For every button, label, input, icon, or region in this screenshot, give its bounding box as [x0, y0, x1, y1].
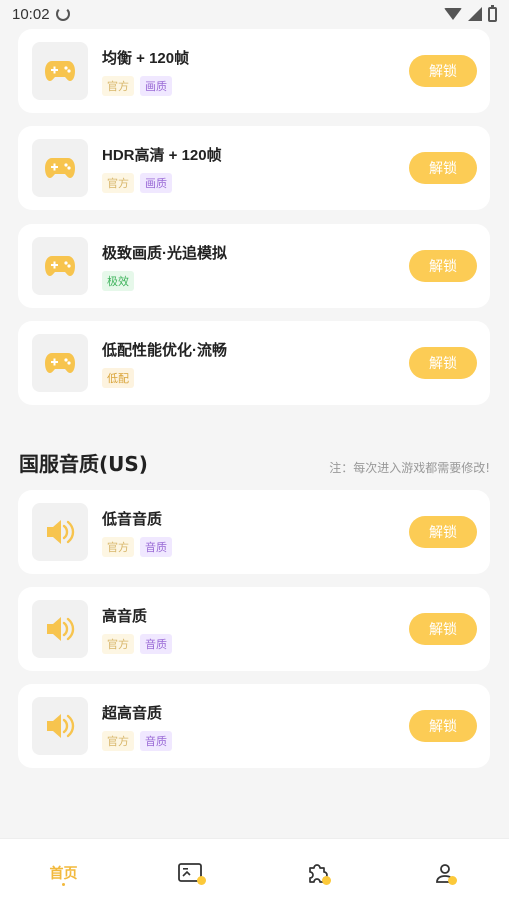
audio-card: 高音质 官方 音质 解锁 [18, 587, 490, 671]
gamepad-icon [32, 139, 88, 197]
unlock-button[interactable]: 解锁 [409, 516, 477, 548]
tag-quality: 音质 [140, 731, 172, 751]
gamepad-icon [32, 42, 88, 100]
section-note: 注：每次进入游戏都需要修改! [329, 461, 490, 475]
unlock-button[interactable]: 解锁 [409, 613, 477, 645]
nav-home[interactable]: 首页 [0, 839, 127, 905]
tag-official: 官方 [102, 634, 134, 654]
status-bar: 10:02 [0, 0, 509, 28]
graphics-card: 极致画质·光追模拟 极效 解锁 [18, 224, 490, 308]
bottom-nav: 首页 [0, 838, 509, 905]
graphics-card: 低配性能优化·流畅 低配 解锁 [18, 321, 490, 405]
graphics-card: 均衡 + 120帧 官方 画质 解锁 [18, 29, 490, 113]
signal-icon [468, 7, 482, 21]
audio-card: 超高音质 官方 音质 解锁 [18, 684, 490, 768]
unlock-button[interactable]: 解锁 [409, 55, 477, 87]
profile-badge-dot [448, 876, 457, 885]
unlock-button[interactable]: 解锁 [409, 152, 477, 184]
nav-active-dot [62, 883, 65, 886]
tag-group: 官方 音质 [102, 537, 172, 557]
unlock-button[interactable]: 解锁 [409, 250, 477, 282]
tag-group: 低配 [102, 368, 134, 388]
speaker-icon [32, 503, 88, 561]
item-title: 高音质 [102, 608, 148, 625]
item-title: 超高音质 [102, 705, 163, 722]
tag-quality: 音质 [140, 537, 172, 557]
nav-plugins[interactable] [254, 839, 381, 905]
tag-official: 官方 [102, 731, 134, 751]
item-title: 低音音质 [102, 511, 163, 528]
nav-profile[interactable] [381, 839, 508, 905]
gamepad-icon [32, 237, 88, 295]
graphics-card: HDR高清 + 120帧 官方 画质 解锁 [18, 126, 490, 210]
battery-icon [488, 4, 497, 22]
tag-quality: 音质 [140, 634, 172, 654]
unlock-button[interactable]: 解锁 [409, 347, 477, 379]
status-icons [444, 4, 497, 22]
speaker-icon [32, 697, 88, 755]
tag-official: 官方 [102, 173, 134, 193]
item-title: 极致画质·光追模拟 [102, 245, 227, 262]
item-title: 低配性能优化·流畅 [102, 342, 227, 359]
nav-home-label: 首页 [49, 865, 78, 882]
tag-group: 官方 画质 [102, 173, 172, 193]
tag-low: 低配 [102, 368, 134, 388]
tag-effect: 极效 [102, 271, 134, 291]
sync-icon [55, 7, 70, 21]
gamepad-icon [32, 334, 88, 392]
tag-group: 官方 音质 [102, 634, 172, 654]
gallery-badge-dot [197, 876, 206, 885]
tag-group: 极效 [102, 271, 134, 291]
speaker-icon [32, 600, 88, 658]
tag-group: 官方 音质 [102, 731, 172, 751]
tag-quality: 画质 [140, 173, 172, 193]
section-title: 国服音质(US) [19, 452, 148, 476]
item-title: HDR高清 + 120帧 [102, 147, 222, 164]
tag-group: 官方 画质 [102, 76, 172, 96]
item-title: 均衡 + 120帧 [102, 50, 190, 67]
status-time: 10:02 [12, 5, 50, 23]
unlock-button[interactable]: 解锁 [409, 710, 477, 742]
audio-card: 低音音质 官方 音质 解锁 [18, 490, 490, 574]
nav-gallery[interactable] [127, 839, 254, 905]
plugins-badge-dot [322, 876, 331, 885]
wifi-icon [444, 8, 462, 20]
tag-official: 官方 [102, 537, 134, 557]
tag-official: 官方 [102, 76, 134, 96]
tag-quality: 画质 [140, 76, 172, 96]
